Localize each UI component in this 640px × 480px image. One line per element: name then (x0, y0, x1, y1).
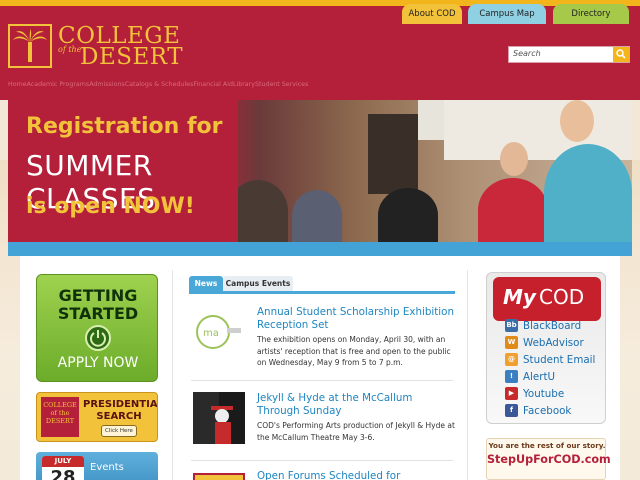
stepup-url: StepUpForCOD.com (487, 453, 611, 466)
mycod-links: Bb BlackBoard W WebAdvisor @ Student Ema… (505, 317, 605, 419)
getting-label: GETTING (58, 286, 138, 305)
getting-started-text: GETTING STARTED (37, 287, 159, 323)
site-header: COLLEGE of the DESERT About COD Campus M… (0, 0, 640, 100)
facebook-icon: f (505, 404, 518, 417)
link-facebook[interactable]: f Facebook (505, 402, 605, 419)
click-here-button[interactable]: Click Here (101, 425, 137, 437)
calendar-icon: JULY 28 (42, 456, 84, 480)
banner-line3: is open NOW! (26, 194, 195, 219)
display-board (368, 114, 418, 194)
mycod-cod-text: COD (539, 285, 585, 309)
nav-academic-programs[interactable]: Academic Programs (27, 81, 90, 91)
link-label: Youtube (523, 387, 565, 400)
nav-home[interactable]: Home (8, 81, 27, 91)
college-logo[interactable]: COLLEGE of the DESERT (8, 24, 183, 70)
nav-financial-aid[interactable]: Financial Aid (193, 81, 233, 91)
tab-campus-map[interactable]: Campus Map (468, 4, 546, 24)
mycod-my-text: My (503, 285, 536, 309)
presidential-search-label: PRESIDENTIAL SEARCH (83, 399, 158, 422)
search-input[interactable]: Search (508, 46, 630, 63)
tab-about-cod[interactable]: About COD (402, 4, 462, 24)
presidential-search-button[interactable]: COLLEGE of the DESERT PRESIDENTIAL SEARC… (36, 392, 158, 442)
mycod-logo[interactable]: My COD (493, 277, 601, 321)
tab-directory[interactable]: Directory (553, 4, 629, 24)
student-figure (378, 188, 438, 242)
mycod-panel: My COD Bb BlackBoard W WebAdvisor @ Stud… (486, 272, 606, 424)
link-webadvisor[interactable]: W WebAdvisor (505, 334, 605, 351)
blackboard-icon: Bb (505, 319, 518, 332)
classroom-photo (208, 100, 632, 242)
link-label: Facebook (523, 404, 572, 417)
news-divider (191, 380, 453, 381)
calendar-month: JULY (42, 456, 84, 467)
instructor-head (560, 100, 594, 142)
nav-student-services[interactable]: Student Services (255, 81, 308, 91)
banner-line1: Registration for (26, 114, 223, 139)
alertu-icon: ! (505, 370, 518, 383)
link-label: BlackBoard (523, 319, 582, 332)
banner-text-panel: Registration for SUMMER CLASSES is open … (8, 100, 238, 242)
mini-college-logo: COLLEGE of the DESERT (41, 397, 79, 437)
stepup-tagline: You are the rest of our story. (488, 441, 606, 450)
nav-library[interactable]: Library (233, 81, 255, 91)
search-button[interactable] (613, 47, 629, 62)
logo-desert-text: DESERT (80, 44, 184, 70)
youtube-icon: ▶ (505, 387, 518, 400)
link-blackboard[interactable]: Bb BlackBoard (505, 317, 605, 334)
logo-of-the-text: of the (58, 45, 82, 54)
news-description: The exhibition opens on Monday, April 30… (257, 335, 451, 367)
link-label: Student Email (523, 353, 596, 366)
search-placeholder: Search (513, 49, 541, 58)
link-alertu[interactable]: ! AlertU (505, 368, 605, 385)
instructor-figure (544, 144, 632, 242)
search-icon (616, 49, 626, 59)
registration-banner[interactable]: Registration for SUMMER CLASSES is open … (8, 100, 632, 242)
student-figure (292, 190, 342, 242)
link-label: AlertU (523, 370, 556, 383)
open-forums-thumbnail[interactable] (193, 470, 245, 480)
webadvisor-icon: W (505, 336, 518, 349)
email-icon: @ (505, 353, 518, 366)
news-title[interactable]: Annual Student Scholarship Exhibition Re… (257, 306, 457, 332)
power-icon (85, 325, 111, 351)
events-label: Events (90, 462, 124, 473)
svg-text:ma: ma (203, 328, 219, 339)
link-youtube[interactable]: ▶ Youtube (505, 385, 605, 402)
calendar-day: 28 (50, 467, 76, 480)
tab-news[interactable]: News (189, 276, 223, 292)
nav-admissions[interactable]: Admissions (89, 81, 125, 91)
news-title[interactable]: Open Forums Scheduled for (257, 470, 457, 480)
student-head (500, 142, 528, 176)
getting-started-button[interactable]: GETTING STARTED APPLY NOW (36, 274, 158, 382)
header-top-stripe (0, 0, 640, 6)
link-student-email[interactable]: @ Student Email (505, 351, 605, 368)
exhibition-thumbnail[interactable]: ma (193, 306, 245, 358)
news-description: COD's Performing Arts production of Jeky… (257, 421, 455, 442)
nav-catalogs-schedules[interactable]: Catalogs & Schedules (125, 81, 194, 91)
events-button[interactable]: JULY 28 Events (36, 452, 158, 480)
news-title[interactable]: Jekyll & Hyde at the McCallum Through Su… (257, 392, 457, 418)
apply-now-label: APPLY NOW (57, 355, 139, 371)
palm-tree-logo-icon (8, 24, 52, 68)
main-nav: Home Academic Programs Admissions Catalo… (8, 81, 308, 91)
started-label: STARTED (57, 304, 139, 323)
jekyll-hyde-thumbnail[interactable] (193, 392, 245, 444)
link-label: WebAdvisor (523, 336, 584, 349)
student-figure (478, 178, 548, 242)
tabs-underline (189, 291, 455, 294)
news-divider (191, 460, 453, 461)
tab-campus-events[interactable]: Campus Events (223, 276, 293, 292)
news-section: News Campus Events ma Annual Student Sch… (172, 270, 468, 480)
banner-blue-strip (8, 242, 632, 256)
step-up-for-cod-banner[interactable]: You are the rest of our story. StepUpFor… (486, 438, 611, 480)
